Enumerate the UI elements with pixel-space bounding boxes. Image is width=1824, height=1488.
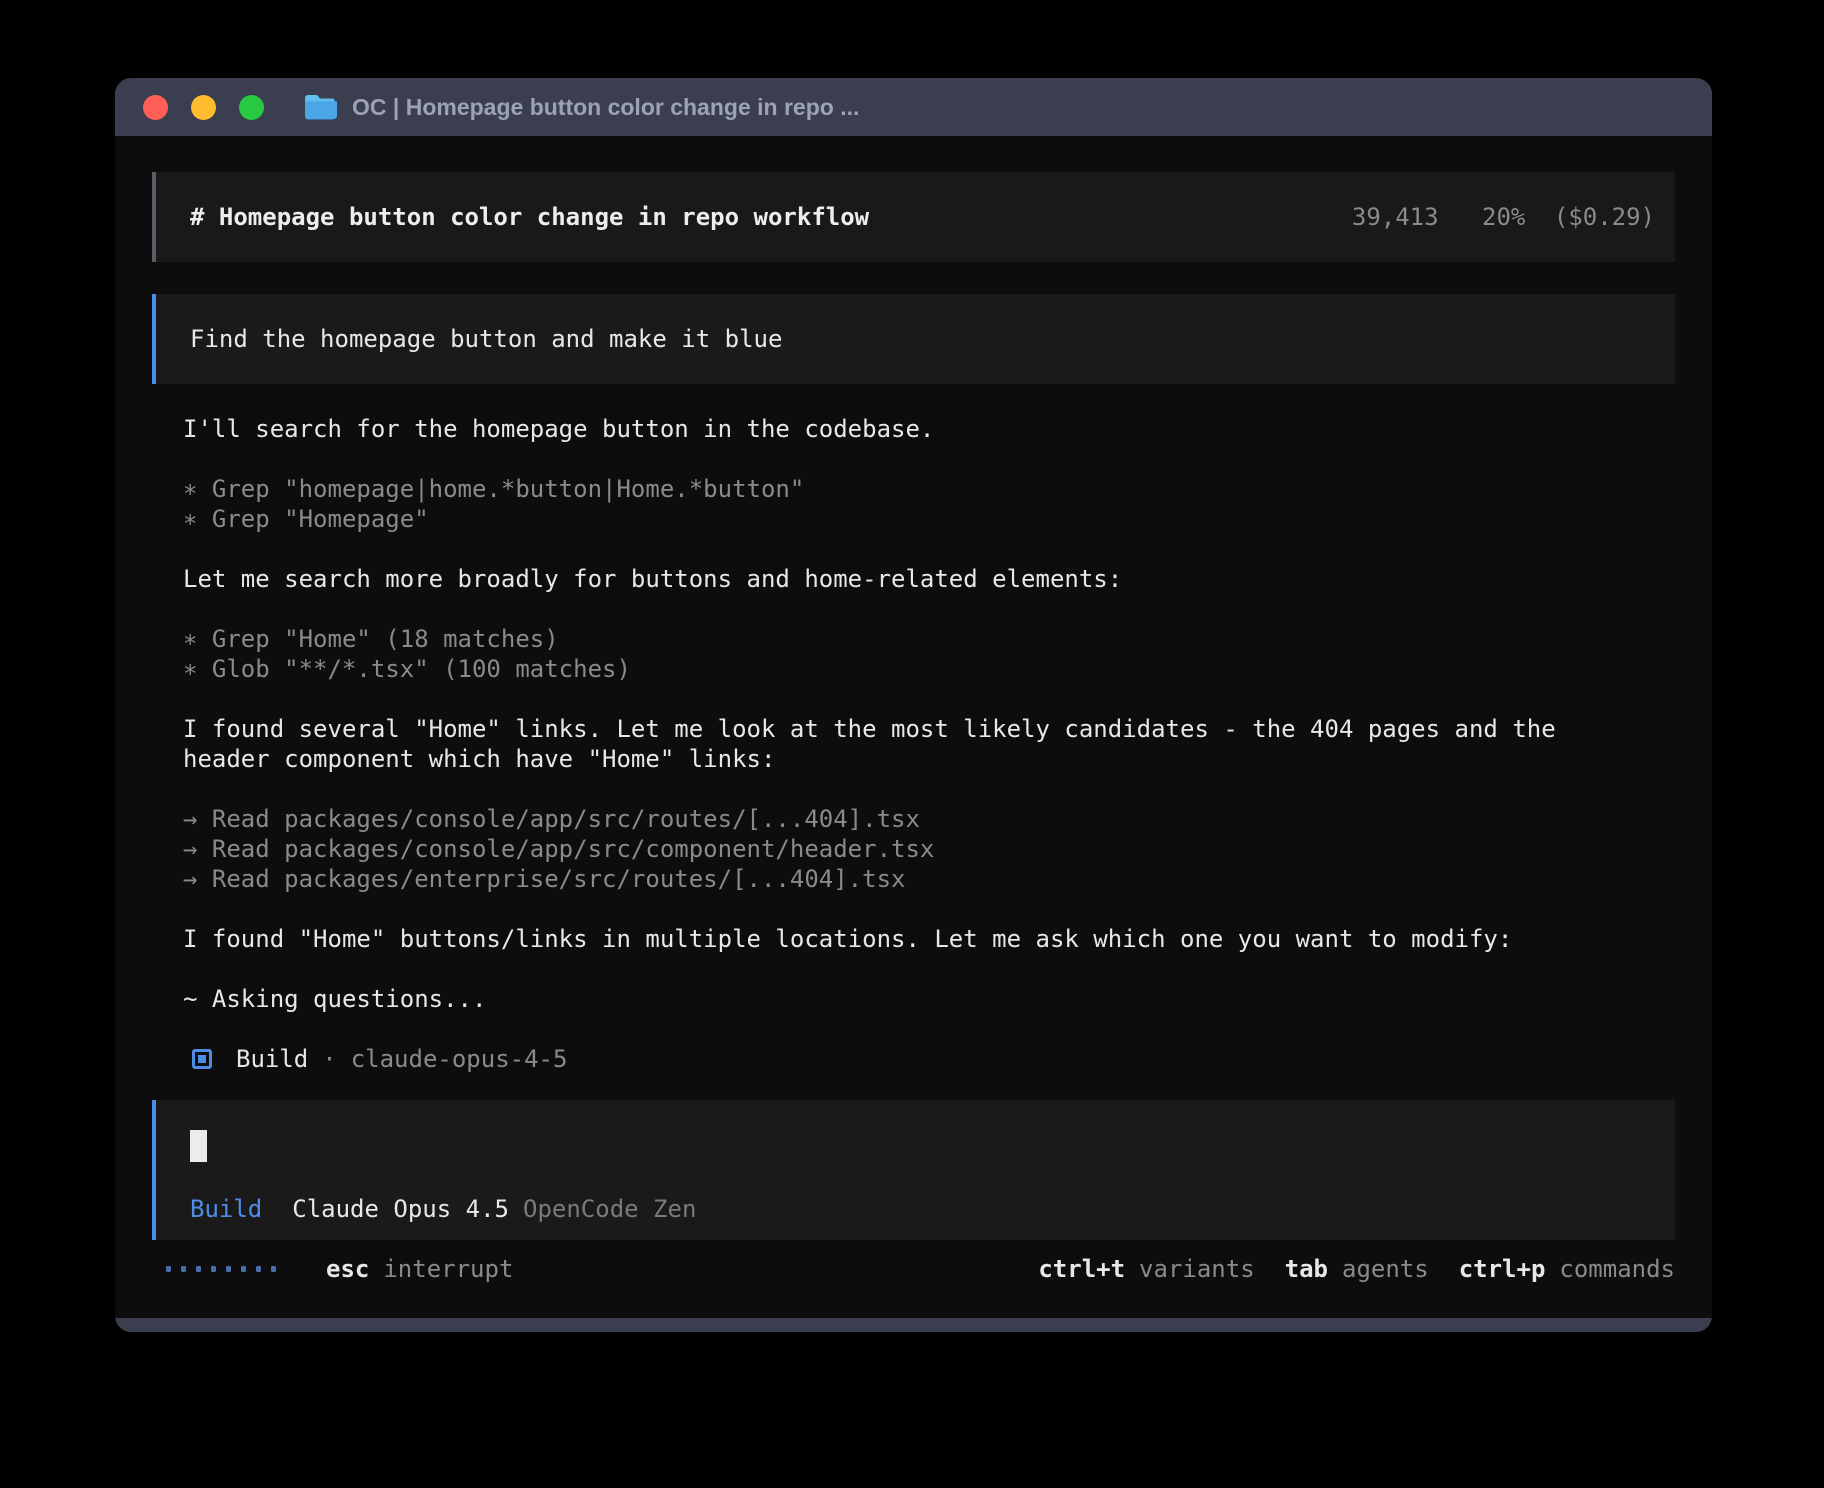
agent-separator: · xyxy=(322,1045,336,1073)
session-stats: 39,413 20% ($0.29) xyxy=(1352,203,1655,231)
spinner-dot xyxy=(241,1266,246,1272)
working-spinner xyxy=(166,1266,286,1272)
context-percent: 20% xyxy=(1482,203,1525,231)
shortcut-key: ctrl+t xyxy=(1038,1255,1125,1283)
assistant-text-line: ~ Asking questions... xyxy=(183,984,1675,1014)
spinner-dot xyxy=(226,1266,231,1272)
token-count: 39,413 xyxy=(1352,203,1439,231)
user-message-text: Find the homepage button and make it blu… xyxy=(190,325,782,353)
tool-call-line: → Read packages/console/app/src/routes/[… xyxy=(183,804,1675,834)
user-message: Find the homepage button and make it blu… xyxy=(152,294,1675,384)
shortcut-label: agents xyxy=(1342,1255,1429,1283)
spinner-dot xyxy=(211,1266,216,1272)
close-button[interactable] xyxy=(143,95,168,120)
terminal-window: OC | Homepage button color change in rep… xyxy=(115,78,1712,1332)
agent-model: claude-opus-4-5 xyxy=(351,1045,568,1073)
interrupt-label: interrupt xyxy=(383,1255,513,1283)
tool-call-line: → Read packages/console/app/src/componen… xyxy=(183,834,1675,864)
assistant-text-block: I found several "Home" links. Let me loo… xyxy=(183,714,1675,774)
session-header: # Homepage button color change in repo w… xyxy=(152,172,1675,262)
status-bar-left: esc interrupt xyxy=(152,1255,513,1283)
shortcut-key: tab xyxy=(1285,1255,1328,1283)
input-agent-label: Build xyxy=(190,1194,262,1224)
agent-icon xyxy=(192,1049,212,1069)
shortcut-agents: tab agents xyxy=(1285,1255,1429,1283)
zoom-button[interactable] xyxy=(239,95,264,120)
assistant-text-block: I'll search for the homepage button in t… xyxy=(183,414,1675,444)
shortcut-variants: ctrl+t variants xyxy=(1038,1255,1254,1283)
assistant-text-block: ~ Asking questions... xyxy=(183,984,1675,1014)
status-bar-right: ctrl+t variants tab agents ctrl+p commands xyxy=(1008,1255,1675,1283)
folder-icon xyxy=(303,92,339,122)
tool-call-line: ∗ Grep "homepage|home.*button|Home.*butt… xyxy=(183,474,1675,504)
prompt-input[interactable]: Build Claude Opus 4.5 OpenCode Zen xyxy=(152,1100,1675,1240)
status-bar: esc interrupt ctrl+tvariantstabagentsctr… xyxy=(152,1254,1675,1284)
assistant-text-line: Let me search more broadly for buttons a… xyxy=(183,564,1675,594)
model-row: Build Claude Opus 4.5 OpenCode Zen xyxy=(190,1194,1641,1224)
assistant-text-block: I found "Home" buttons/links in multiple… xyxy=(183,924,1675,954)
conversation: I'll search for the homepage button in t… xyxy=(183,414,1675,1014)
input-model-label: Claude Opus 4.5 xyxy=(292,1194,509,1224)
tool-call-line: ∗ Grep "Homepage" xyxy=(183,504,1675,534)
interrupt-key: esc xyxy=(326,1255,369,1283)
spinner-dot xyxy=(196,1266,201,1272)
assistant-text-line: I found "Home" buttons/links in multiple… xyxy=(183,924,1675,954)
agent-status-row: Build · claude-opus-4-5 xyxy=(183,1044,1675,1074)
titlebar: OC | Homepage button color change in rep… xyxy=(115,78,1712,136)
shortcut-key: ctrl+p xyxy=(1459,1255,1546,1283)
agent-name: Build xyxy=(236,1045,308,1073)
tool-call-line: → Read packages/enterprise/src/routes/[.… xyxy=(183,864,1675,894)
window-bottom-edge xyxy=(115,1318,1712,1332)
tool-call-line: ∗ Glob "**/*.tsx" (100 matches) xyxy=(183,654,1675,684)
spinner-dot xyxy=(181,1266,186,1272)
assistant-text-line: I found several "Home" links. Let me loo… xyxy=(183,714,1675,744)
tool-call-block: ∗ Grep "Home" (18 matches)∗ Glob "**/*.t… xyxy=(183,624,1675,684)
minimize-button[interactable] xyxy=(191,95,216,120)
shortcut-label: variants xyxy=(1139,1255,1255,1283)
session-cost: ($0.29) xyxy=(1554,203,1655,231)
shortcut-label: commands xyxy=(1559,1255,1675,1283)
tool-call-block: ∗ Grep "homepage|home.*button|Home.*butt… xyxy=(183,474,1675,534)
spinner-dot xyxy=(166,1266,171,1272)
tool-call-block: → Read packages/console/app/src/routes/[… xyxy=(183,804,1675,894)
session-title: # Homepage button color change in repo w… xyxy=(190,203,869,231)
window-title: OC | Homepage button color change in rep… xyxy=(352,94,859,121)
tool-call-line: ∗ Grep "Home" (18 matches) xyxy=(183,624,1675,654)
assistant-text-block: Let me search more broadly for buttons a… xyxy=(183,564,1675,594)
shortcut-commands: ctrl+p commands xyxy=(1459,1255,1675,1283)
assistant-text-line: header component which have "Home" links… xyxy=(183,744,1675,774)
spinner-dot xyxy=(271,1266,276,1272)
terminal-content: # Homepage button color change in repo w… xyxy=(115,136,1712,1318)
input-provider-label: OpenCode Zen xyxy=(523,1194,696,1224)
text-cursor xyxy=(190,1130,207,1162)
assistant-text-line: I'll search for the homepage button in t… xyxy=(183,414,1675,444)
spinner-dot xyxy=(256,1266,261,1272)
